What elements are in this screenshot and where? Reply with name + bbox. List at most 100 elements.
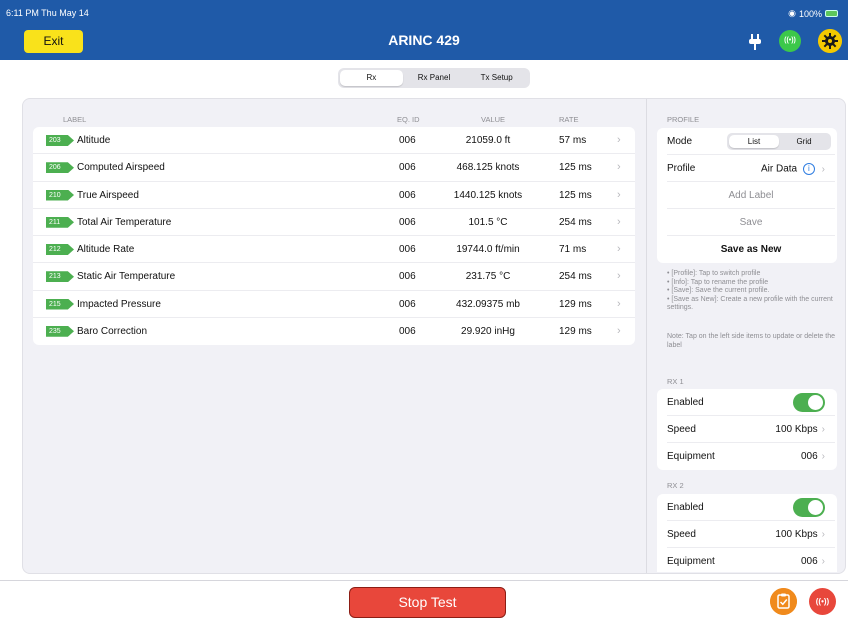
- help-line: • [Save]: Save the current profile.: [667, 287, 770, 294]
- status-right: ◉ 100%: [788, 8, 838, 19]
- chevron-right-icon: ›: [617, 134, 621, 146]
- table-row[interactable]: 211 Total Air Temperature 006 101.5 °C 2…: [33, 209, 635, 236]
- row-rate: 57 ms: [559, 135, 587, 146]
- row-rate: 125 ms: [559, 162, 592, 174]
- row-value: 29.920 inHg: [461, 325, 515, 337]
- row-label: Baro Correction: [77, 325, 148, 337]
- rx1-equipment-row[interactable]: Equipment 006 ›: [667, 443, 835, 470]
- save-row[interactable]: Save: [667, 209, 835, 236]
- help-line: • [Info]: Tap to rename the profile: [667, 278, 769, 286]
- chevron-right-icon: ›: [821, 529, 825, 540]
- chevron-right-icon: ›: [617, 324, 621, 337]
- table-row[interactable]: 203 Altitude 006 21059.0 ft 57 ms ›: [33, 127, 635, 155]
- rx1-enabled-label: Enabled: [667, 397, 704, 408]
- add-label-button[interactable]: Add Label: [667, 190, 835, 201]
- plug-icon: [749, 34, 761, 50]
- mode-row: Mode List Grid: [667, 128, 835, 155]
- row-eq-id: 006: [399, 189, 416, 201]
- profile-label: Profile: [667, 163, 696, 174]
- info-icon[interactable]: i: [802, 163, 815, 175]
- row-value: 21059.0 ft: [465, 135, 511, 146]
- row-label: Altitude Rate: [77, 244, 135, 255]
- profile-row[interactable]: Profile Air Data i ›: [667, 155, 835, 182]
- chevron-right-icon: ›: [617, 161, 621, 174]
- chevron-right-icon: ›: [617, 215, 621, 228]
- column-header-label: LABEL: [63, 115, 87, 124]
- row-eq-id: 006: [399, 298, 416, 310]
- tab-tx-setup[interactable]: Tx Setup: [465, 70, 528, 86]
- add-label-row[interactable]: Add Label: [667, 182, 835, 209]
- status-time: 6:11 PM Thu May 14: [6, 8, 89, 18]
- rx1-section-title: RX 1: [667, 377, 684, 386]
- battery-percent: 100%: [798, 8, 822, 19]
- column-header-value: VALUE: [481, 115, 506, 124]
- chevron-right-icon: ›: [617, 297, 621, 310]
- mode-option-grid[interactable]: Grid: [779, 135, 829, 148]
- label-number-tag: 213: [46, 271, 74, 283]
- wireless-signal-button[interactable]: ((•)): [779, 30, 801, 52]
- profile-note: Note: Tap on the left side items to upda…: [667, 333, 835, 349]
- profile-value-group: Air Data i ›: [761, 163, 825, 175]
- label-number-tag: 210: [46, 189, 74, 201]
- rx2-speed-value: 100 Kbps: [775, 529, 818, 540]
- row-label: Computed Airspeed: [77, 162, 165, 174]
- help-line: • [Profile]: Tap to switch profile: [667, 270, 761, 277]
- row-rate: 254 ms: [559, 216, 592, 228]
- profile-card: Mode List Grid Profile Air Data i › Add …: [657, 128, 837, 263]
- rx2-equipment-row[interactable]: Equipment 006 ›: [667, 548, 835, 572]
- view-tabs: Rx Rx Panel Tx Setup: [338, 68, 530, 88]
- battery-icon: [825, 10, 838, 17]
- chevron-right-icon: ›: [617, 243, 621, 255]
- label-number-tag: 235: [46, 325, 74, 337]
- label-number-tag: 215: [46, 298, 74, 310]
- column-header-eq-id: EQ. ID: [397, 115, 420, 124]
- profile-help-text: • [Profile]: Tap to switch profile • [In…: [667, 270, 837, 313]
- rx2-enabled-toggle[interactable]: [793, 498, 825, 517]
- rx2-speed-value-group: 100 Kbps ›: [775, 529, 825, 540]
- settings-gear-button[interactable]: [818, 29, 842, 53]
- table-row[interactable]: 206 Computed Airspeed 006 468.125 knots …: [33, 154, 635, 182]
- row-rate: 254 ms: [559, 271, 592, 283]
- label-number-tag: 203: [46, 135, 74, 146]
- rx1-equipment-value: 006: [800, 451, 818, 462]
- chevron-right-icon: ›: [821, 163, 825, 175]
- rx1-card: Enabled Speed 100 Kbps › Equipment 006 ›: [657, 389, 837, 470]
- stop-test-button[interactable]: Stop Test: [349, 587, 506, 618]
- tab-rx-panel[interactable]: Rx Panel: [403, 70, 466, 86]
- table-row[interactable]: 213 Static Air Temperature 006 231.75 °C…: [33, 263, 635, 291]
- chevron-right-icon: ›: [821, 424, 825, 435]
- rx1-enabled-toggle[interactable]: [793, 393, 825, 412]
- rx1-equipment-label: Equipment: [667, 451, 715, 462]
- row-eq-id: 006: [399, 271, 416, 283]
- row-label: True Airspeed: [77, 189, 139, 201]
- tab-rx[interactable]: Rx: [340, 70, 403, 86]
- row-value: 1440.125 knots: [453, 189, 523, 201]
- table-row[interactable]: 215 Impacted Pressure 006 432.09375 mb 1…: [33, 291, 635, 318]
- save-as-new-row[interactable]: Save as New: [667, 236, 835, 263]
- report-button[interactable]: [770, 588, 797, 615]
- table-row[interactable]: 212 Altitude Rate 006 19744.0 ft/min 71 …: [33, 236, 635, 264]
- row-label: Impacted Pressure: [77, 298, 161, 310]
- footer-divider: [0, 580, 848, 581]
- row-label: Static Air Temperature: [77, 271, 176, 283]
- save-as-new-button[interactable]: Save as New: [667, 244, 835, 255]
- rx1-speed-row[interactable]: Speed 100 Kbps ›: [667, 416, 835, 443]
- rx1-enabled-row: Enabled: [667, 389, 835, 416]
- row-rate: 125 ms: [559, 189, 592, 201]
- rx2-equipment-label: Equipment: [667, 556, 715, 567]
- column-header-rate: RATE: [559, 115, 579, 124]
- label-number-tag: 212: [46, 244, 74, 255]
- rx2-section-title: RX 2: [667, 481, 684, 490]
- rx2-speed-row[interactable]: Speed 100 Kbps ›: [667, 521, 835, 548]
- row-value: 19744.0 ft/min: [456, 244, 520, 255]
- table-row[interactable]: 235 Baro Correction 006 29.920 inHg 129 …: [33, 318, 635, 345]
- header-bar: 6:11 PM Thu May 14 ◉ 100% Exit ARINC 429…: [0, 0, 848, 60]
- table-row[interactable]: 210 True Airspeed 006 1440.125 knots 125…: [33, 182, 635, 209]
- mode-option-list[interactable]: List: [729, 135, 779, 148]
- row-value: 432.09375 mb: [456, 298, 520, 310]
- save-button[interactable]: Save: [667, 217, 835, 228]
- row-label: Altitude: [77, 135, 111, 146]
- transmit-signal-button[interactable]: ((•)): [809, 588, 836, 615]
- row-eq-id: 006: [399, 325, 416, 337]
- row-eq-id: 006: [399, 135, 416, 146]
